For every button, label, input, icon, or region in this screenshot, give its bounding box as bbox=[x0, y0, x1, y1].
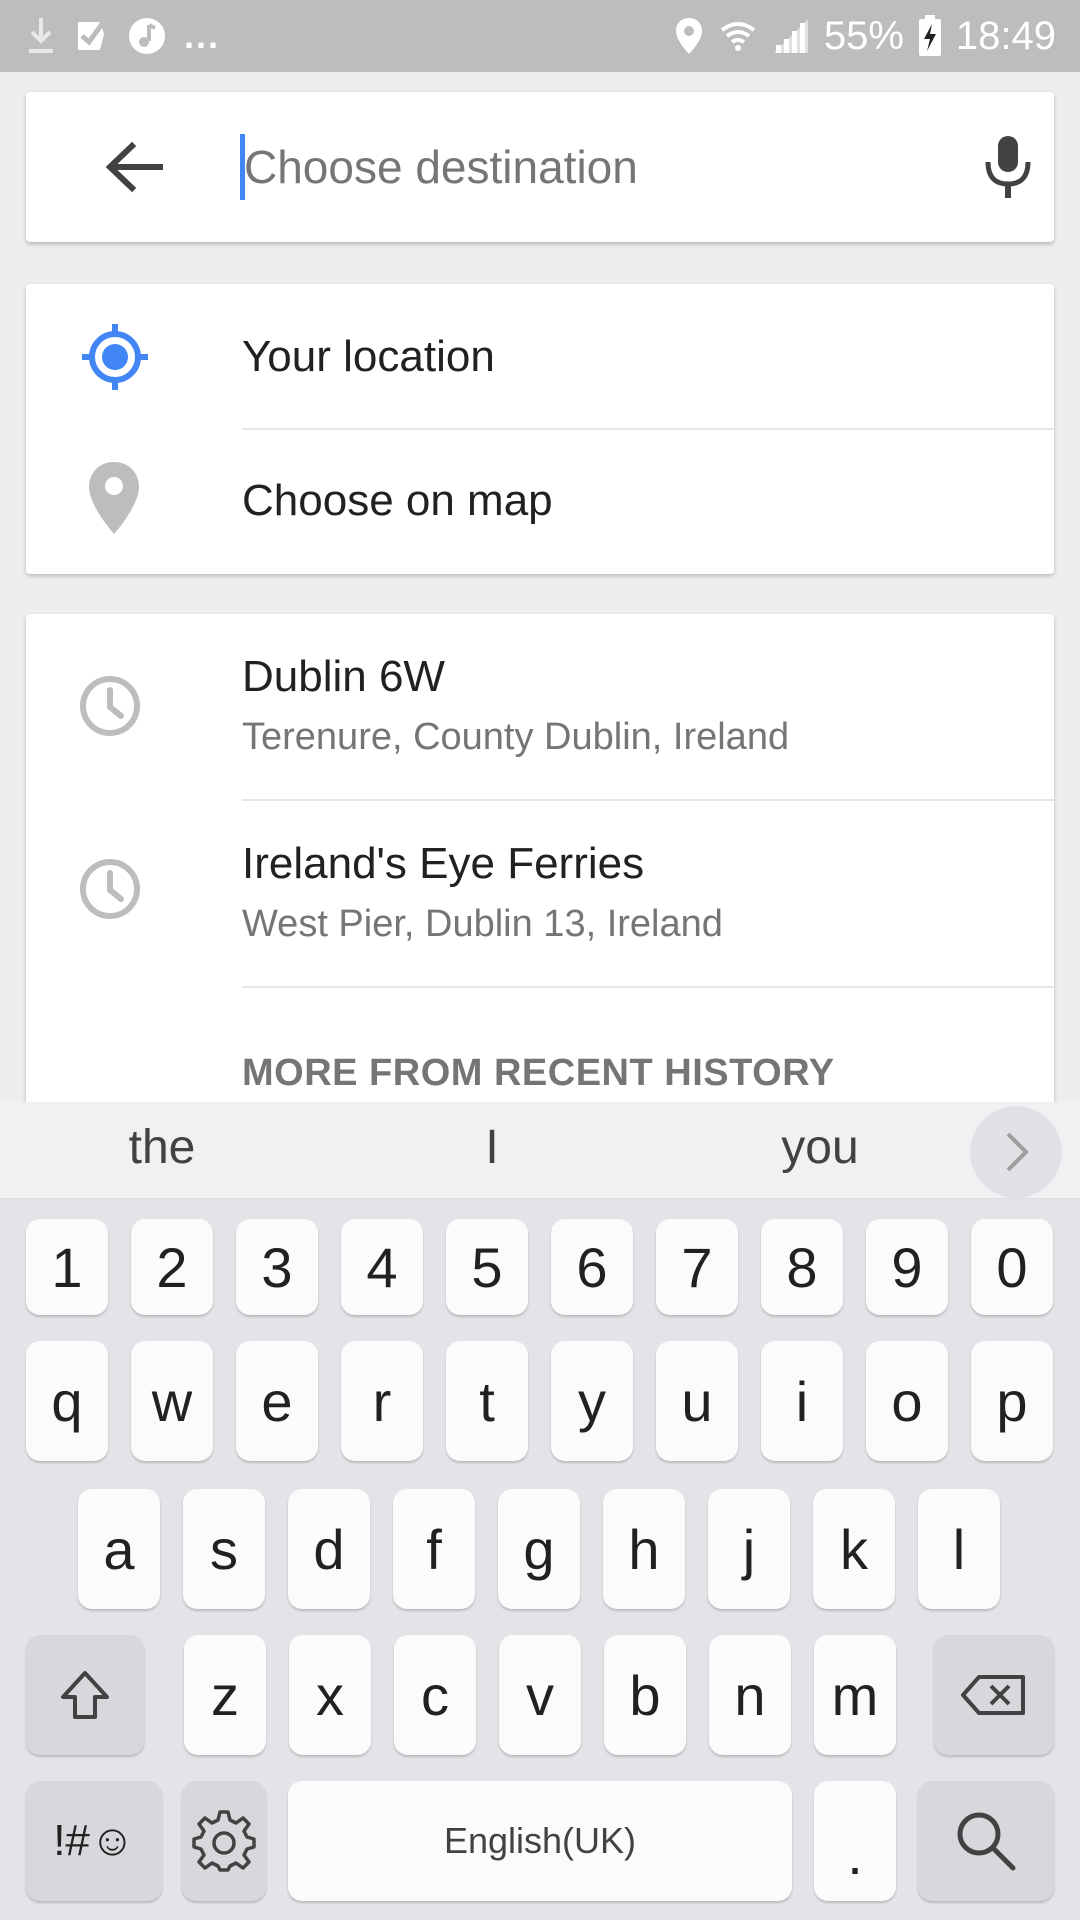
letter-key[interactable]: d bbox=[288, 1489, 370, 1609]
gear-icon bbox=[192, 1810, 256, 1872]
letter-key[interactable]: f bbox=[393, 1489, 475, 1609]
expand-suggestions-button[interactable] bbox=[970, 1106, 1062, 1198]
microphone-icon bbox=[985, 136, 1031, 198]
more-notifications: ... bbox=[184, 15, 221, 56]
music-note-icon bbox=[129, 18, 165, 54]
back-button[interactable] bbox=[104, 140, 164, 194]
history-item-subtitle: Terenure, County Dublin, Ireland bbox=[242, 716, 790, 758]
search-icon bbox=[957, 1812, 1016, 1871]
arrow-back-icon bbox=[105, 141, 163, 193]
letter-key[interactable]: x bbox=[289, 1635, 371, 1755]
letter-key[interactable]: y bbox=[551, 1341, 633, 1461]
letter-key[interactable]: a bbox=[78, 1489, 160, 1609]
letter-key[interactable]: w bbox=[131, 1341, 213, 1461]
number-key[interactable]: 2 bbox=[131, 1219, 213, 1315]
choose-on-map-option[interactable]: Choose on map bbox=[26, 430, 1054, 574]
period-key[interactable]: . bbox=[814, 1781, 896, 1901]
history-item-title: Dublin 6W bbox=[242, 652, 445, 701]
history-item-subtitle: West Pier, Dublin 13, Ireland bbox=[242, 903, 723, 945]
your-location-label: Your location bbox=[242, 332, 495, 381]
letter-key[interactable]: p bbox=[971, 1341, 1053, 1461]
letter-key[interactable]: u bbox=[656, 1341, 738, 1461]
clock: 18:49 bbox=[955, 13, 1056, 58]
number-key[interactable]: 0 bbox=[971, 1219, 1053, 1315]
search-action-key[interactable] bbox=[918, 1781, 1054, 1901]
signal-icon bbox=[773, 19, 808, 53]
suggestion-3[interactable]: you bbox=[720, 1120, 920, 1175]
history-clock-icon bbox=[80, 676, 140, 736]
letter-key[interactable]: m bbox=[814, 1635, 896, 1755]
search-card bbox=[26, 92, 1054, 242]
letter-key[interactable]: t bbox=[446, 1341, 528, 1461]
letter-key[interactable]: j bbox=[708, 1489, 790, 1609]
backspace-icon bbox=[961, 1675, 1025, 1715]
task-check-icon bbox=[78, 22, 105, 50]
number-key[interactable]: 7 bbox=[656, 1219, 738, 1315]
letter-key[interactable]: o bbox=[866, 1341, 948, 1461]
on-screen-keyboard: 1234567890 qwertyuiop asdfghjkl zxcvbnm … bbox=[0, 1199, 1080, 1920]
suggestion-2[interactable]: I bbox=[392, 1120, 592, 1175]
shift-arrow-icon bbox=[61, 1671, 109, 1719]
your-location-option[interactable]: Your location bbox=[26, 284, 1054, 430]
keyboard-settings-key[interactable] bbox=[182, 1781, 266, 1901]
backspace-key[interactable] bbox=[934, 1635, 1054, 1755]
space-bar[interactable]: English(UK) bbox=[288, 1781, 792, 1901]
letter-key[interactable]: n bbox=[709, 1635, 791, 1755]
suggestion-1[interactable]: the bbox=[62, 1120, 262, 1175]
number-key[interactable]: 6 bbox=[551, 1219, 633, 1315]
my-location-icon bbox=[82, 324, 148, 390]
recent-history-card: Dublin 6W Terenure, County Dublin, Irela… bbox=[26, 614, 1054, 1134]
letter-key[interactable]: e bbox=[236, 1341, 318, 1461]
text-caret bbox=[240, 134, 245, 200]
location-icon bbox=[675, 18, 702, 54]
history-item[interactable]: Dublin 6W Terenure, County Dublin, Irela… bbox=[26, 614, 1054, 800]
letter-key[interactable]: g bbox=[498, 1489, 580, 1609]
location-options-card: Your location Choose on map bbox=[26, 284, 1054, 574]
number-key[interactable]: 4 bbox=[341, 1219, 423, 1315]
number-key[interactable]: 9 bbox=[866, 1219, 948, 1315]
download-icon bbox=[29, 18, 53, 53]
history-clock-icon bbox=[80, 859, 140, 919]
number-key[interactable]: 5 bbox=[446, 1219, 528, 1315]
voice-search-button[interactable] bbox=[980, 132, 1036, 202]
history-item-title: Ireland's Eye Ferries bbox=[242, 839, 645, 888]
letter-key[interactable]: r bbox=[341, 1341, 423, 1461]
map-pin-icon bbox=[89, 462, 139, 534]
choose-on-map-label: Choose on map bbox=[242, 476, 553, 525]
letter-key[interactable]: i bbox=[761, 1341, 843, 1461]
letter-key[interactable]: z bbox=[184, 1635, 266, 1755]
history-item[interactable]: Ireland's Eye Ferries West Pier, Dublin … bbox=[26, 801, 1054, 987]
keyboard-suggestion-bar: the I you bbox=[0, 1102, 1080, 1199]
battery-percent: 55% bbox=[823, 13, 904, 58]
letter-key[interactable]: k bbox=[813, 1489, 895, 1609]
letter-key[interactable]: b bbox=[604, 1635, 686, 1755]
letter-key[interactable]: s bbox=[183, 1489, 265, 1609]
status-bar: ... 55% 18:49 bbox=[0, 0, 1080, 72]
wifi-icon bbox=[720, 22, 756, 51]
number-key[interactable]: 3 bbox=[236, 1219, 318, 1315]
letter-key[interactable]: h bbox=[603, 1489, 685, 1609]
destination-search-input[interactable] bbox=[240, 132, 944, 202]
letter-key[interactable]: v bbox=[499, 1635, 581, 1755]
number-key[interactable]: 1 bbox=[26, 1219, 108, 1315]
battery-charging-icon bbox=[918, 15, 941, 56]
chevron-right-icon bbox=[1006, 1132, 1029, 1172]
letter-key[interactable]: q bbox=[26, 1341, 108, 1461]
divider bbox=[242, 986, 1054, 988]
letter-key[interactable]: c bbox=[394, 1635, 476, 1755]
letter-key[interactable]: l bbox=[918, 1489, 1000, 1609]
symbols-emoji-key[interactable]: !#☺ bbox=[26, 1781, 162, 1901]
more-from-recent-history-button[interactable]: MORE FROM RECENT HISTORY bbox=[242, 1052, 835, 1095]
shift-key[interactable] bbox=[26, 1635, 144, 1755]
number-key[interactable]: 8 bbox=[761, 1219, 843, 1315]
